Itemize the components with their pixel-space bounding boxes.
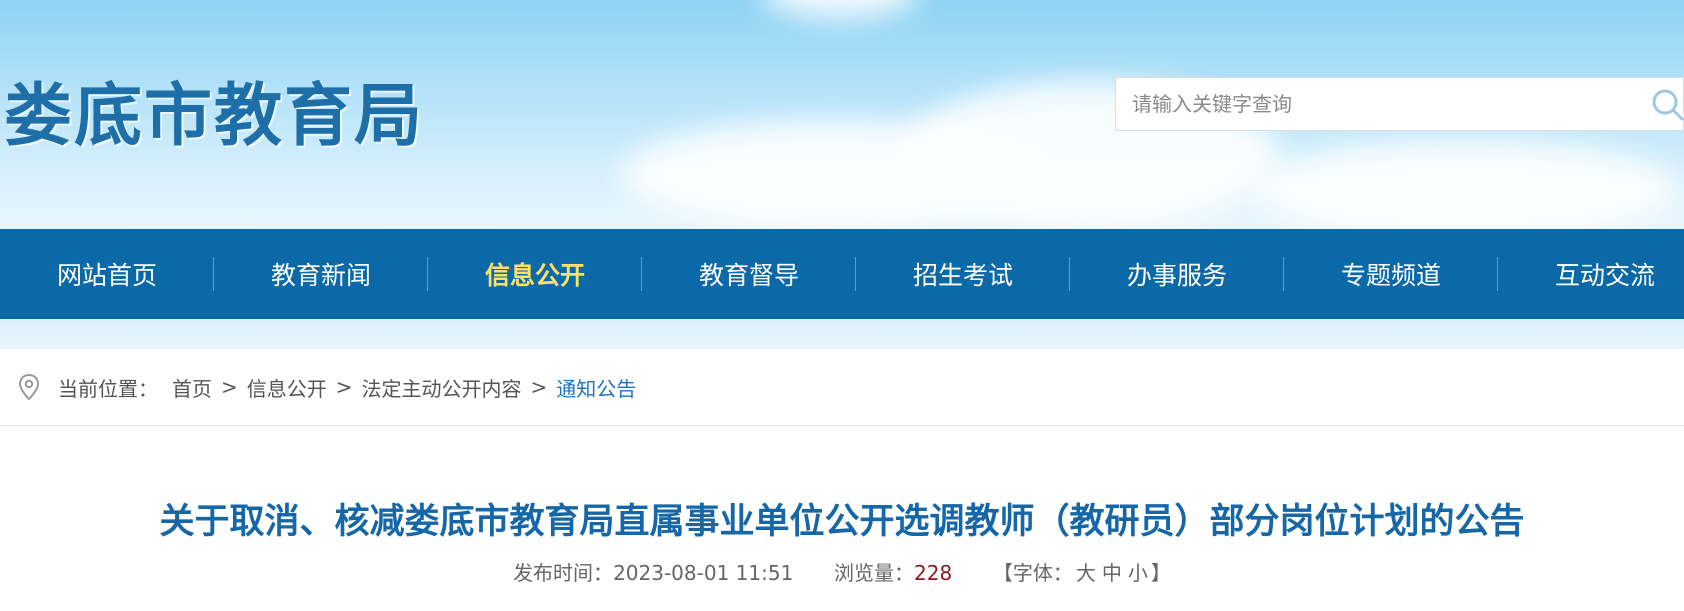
breadcrumb-separator: > (221, 375, 238, 399)
breadcrumb: 当前位置： 首页 > 信息公开 > 法定主动公开内容 > 通知公告 (0, 349, 1684, 426)
nav-item-label: 教育督导 (698, 261, 799, 290)
publish-label: 发布时间： (513, 561, 614, 585)
breadcrumb-link-home[interactable]: 首页 (172, 373, 212, 402)
breadcrumb-separator: > (335, 375, 353, 399)
decorative-strip (0, 319, 1684, 349)
header-banner: 娄底市教育局 (0, 0, 1684, 229)
font-size-medium-button[interactable]: 中 (1102, 561, 1122, 585)
nav-item-label: 教育新闻 (270, 261, 371, 290)
breadcrumb-current[interactable]: 通知公告 (556, 373, 636, 402)
nav-item-news[interactable]: 教育新闻 (214, 229, 428, 319)
font-size-open: 【字体： (992, 561, 1073, 585)
breadcrumb-link-statutory-content[interactable]: 法定主动公开内容 (362, 373, 522, 402)
nav-item-label: 网站首页 (56, 261, 157, 290)
font-size-close: 】 (1150, 561, 1171, 585)
nav-item-label: 办事服务 (1126, 261, 1227, 290)
breadcrumb-prefix: 当前位置： (58, 376, 158, 401)
font-size-small-button[interactable]: 小 (1128, 561, 1148, 585)
search-icon[interactable] (1650, 87, 1684, 121)
nav-item-info-disclosure[interactable]: 信息公开 (428, 229, 642, 319)
article-meta: 发布时间：2023-08-01 11:51 浏览量：228 【字体：大中小】 (0, 558, 1684, 588)
nav-item-interaction[interactable]: 互动交流 (1498, 229, 1684, 319)
cloud-decoration (1250, 140, 1680, 229)
nav-item-label: 互动交流 (1554, 261, 1655, 290)
nav-item-admissions[interactable]: 招生考试 (856, 229, 1070, 319)
nav-item-topics[interactable]: 专题频道 (1284, 229, 1498, 319)
font-size-large-button[interactable]: 大 (1076, 561, 1096, 585)
nav-item-label: 招生考试 (912, 261, 1013, 290)
search-box (1115, 77, 1684, 131)
location-pin-icon (18, 374, 40, 400)
breadcrumb-separator: > (530, 375, 548, 399)
site-logo[interactable]: 娄底市教育局 (4, 60, 424, 159)
cloud-decoration (760, 0, 920, 20)
nav-item-home[interactable]: 网站首页 (0, 229, 214, 319)
nav-item-services[interactable]: 办事服务 (1070, 229, 1284, 319)
search-input[interactable] (1116, 78, 1648, 130)
views-count: 228 (914, 561, 953, 585)
publish-time: 2023-08-01 11:51 (613, 561, 794, 585)
nav-item-supervision[interactable]: 教育督导 (642, 229, 856, 319)
breadcrumb-link-info-disclosure[interactable]: 信息公开 (247, 373, 327, 402)
article-title: 关于取消、核减娄底市教育局直属事业单位公开选调教师（教研员）部分岗位计划的公告 (159, 502, 1525, 542)
views-label: 浏览量： (834, 561, 915, 585)
main-nav: 网站首页 教育新闻 信息公开 教育督导 招生考试 办事服务 专题频道 互动交流 (0, 229, 1684, 319)
nav-item-label: 专题频道 (1340, 261, 1441, 290)
nav-item-label: 信息公开 (484, 261, 585, 290)
